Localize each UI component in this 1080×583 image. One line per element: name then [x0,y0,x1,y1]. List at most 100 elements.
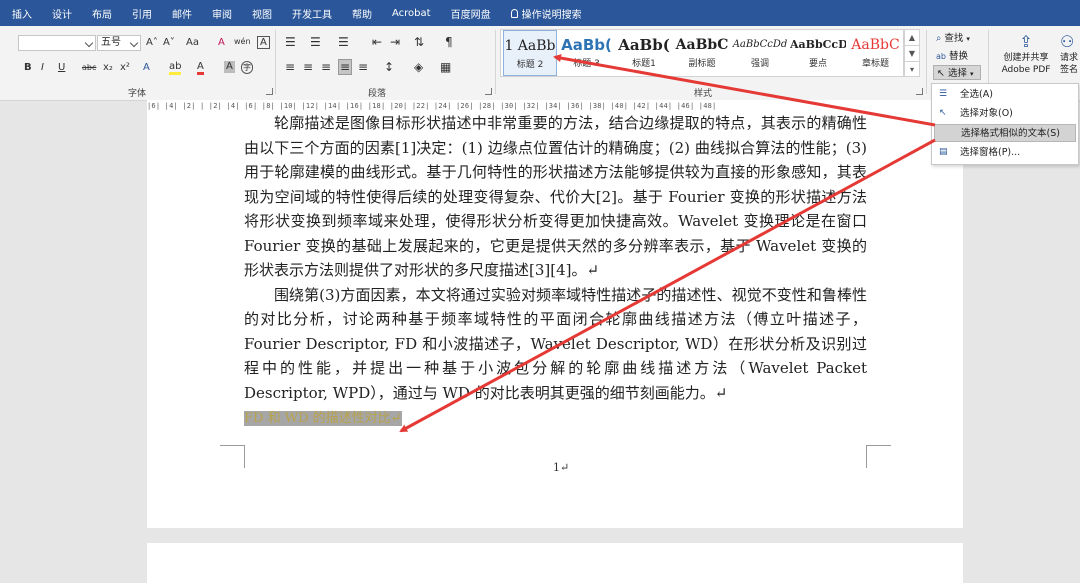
chevron-down-icon [129,38,139,48]
distributed-icon[interactable]: ≡ [358,60,368,74]
tell-me-label: 操作说明搜索 [521,9,582,21]
cursor-arrow-icon: ↖ [939,108,947,118]
tab-developer[interactable]: 开发工具 [282,6,342,21]
select-dropdown-menu: ☰ 全选(A) ↖ 选择对象(O) 选择格式相似的文本(S) ▤ 选择窗格(P)… [931,83,1079,165]
page-number: 1↵ [553,461,570,474]
cursor-arrow-icon: ↖ [937,68,945,79]
crop-mark [220,445,245,468]
menu-item-selection-pane[interactable]: ▤ 选择窗格(P)... [934,144,1076,162]
styles-group-label: 样式 [694,89,713,99]
superscript-button[interactable]: x² [120,61,130,75]
replace-icon: ab [936,52,946,61]
styles-scroll[interactable]: ▲ ▼ ▾ [904,29,920,77]
font-color-icon[interactable]: A [197,61,204,75]
character-shading-icon[interactable]: A [224,61,235,73]
ribbon-home: 五号 A˄ A˅ Aa A wén A B I U abc x₂ x² A ab… [0,26,1080,101]
style-subtitle[interactable]: AaBbC 副标题 [674,30,730,76]
style-chapter-title[interactable]: AaBbC 章标题 [848,30,903,76]
scroll-up-icon[interactable]: ▲ [905,30,919,46]
borders-icon[interactable]: ▦ [440,60,451,74]
select-all-icon: ☰ [939,89,948,99]
tab-insert[interactable]: 插入 [0,6,42,21]
shading-icon[interactable]: ◈ [414,60,423,74]
person-icon: ⚇ [1060,32,1075,51]
underline-button[interactable]: U [58,61,65,75]
change-case-icon[interactable]: Aa [186,36,199,50]
text-effects-icon[interactable]: A [143,61,150,75]
tab-help[interactable]: 帮助 [342,6,382,21]
request-signature-button[interactable]: ⚇ 请求 签名 [1060,32,1080,76]
create-share-pdf-button[interactable]: ⇪ 创建并共享 Adobe PDF [996,32,1056,76]
tab-view[interactable]: 视图 [242,6,282,21]
search-icon: ⌕ [936,33,942,44]
menu-item-select-objects[interactable]: ↖ 选择对象(O) [934,105,1076,123]
style-emphasis[interactable]: AaBbCcDd 强调 [732,30,788,76]
font-name-input[interactable] [18,35,96,51]
italic-button[interactable]: I [41,61,44,75]
line-spacing-icon[interactable]: ↕ [384,60,394,74]
document-body[interactable]: 轮廓描述是图像目标形状描述中非常重要的方法，结合边缘提取的特点，其表示的精确性由… [244,111,867,432]
document-page-next[interactable] [147,543,963,583]
divider [495,30,496,94]
scroll-down-icon[interactable]: ▼ [905,46,919,62]
numbering-icon[interactable]: ☰ [310,35,321,49]
strikethrough-button[interactable]: abc [82,61,96,75]
styles-gallery: 1 AaBb 标题 2 AaBb( 标题 3 AaBb( 标题1 AaBbC 副… [500,29,904,77]
styles-dialog-launcher[interactable] [916,88,923,95]
highlight-color-icon[interactable]: ab [169,61,182,75]
tab-design[interactable]: 设计 [42,6,82,21]
grow-font-icon[interactable]: A˄ [146,36,158,50]
clear-formatting-icon[interactable]: A [218,36,225,50]
tab-layout[interactable]: 布局 [82,6,122,21]
tell-me-search[interactable]: 操作说明搜索 [501,6,582,21]
menu-item-select-all[interactable]: ☰ 全选(A) [934,86,1076,104]
replace-button[interactable]: ab 替换 [936,48,968,62]
align-left-icon[interactable]: ≡ [285,60,295,74]
divider [926,30,927,94]
selected-heading-text[interactable]: FD 和 WD 的描述性对比↵ [244,411,402,426]
divider [275,30,276,94]
selection-pane-icon: ▤ [939,147,948,157]
align-center-icon[interactable]: ≡ [303,60,313,74]
tab-acrobat[interactable]: Acrobat [382,8,441,19]
crop-mark [866,445,891,468]
enclose-characters-icon[interactable]: 字 [241,61,253,74]
tab-review[interactable]: 审阅 [202,6,242,21]
decrease-indent-icon[interactable]: ⇤ [372,35,382,49]
chevron-down-icon [84,38,94,48]
style-key-point[interactable]: AaBbCcD 要点 [790,30,846,76]
menu-item-select-similar-formatting[interactable]: 选择格式相似的文本(S) [934,124,1076,142]
align-right-icon[interactable]: ≡ [321,60,331,74]
font-group-label: 字体 [128,89,147,99]
tab-baidu-netdisk[interactable]: 百度网盘 [441,6,501,21]
ribbon-tab-bar: 插入 设计 布局 引用 邮件 审阅 视图 开发工具 帮助 Acrobat 百度网… [0,0,1080,26]
body-paragraph[interactable]: 围绕第(3)方面因素，本文将通过实验对频率域特性描述子的描述性、视觉不变性和鲁棒… [244,283,867,406]
subscript-button[interactable]: x₂ [103,61,113,75]
character-border-icon[interactable]: A [257,36,270,49]
increase-indent-icon[interactable]: ⇥ [390,35,400,49]
select-button[interactable]: ↖ 选择 ▾ [933,65,981,80]
font-dialog-launcher[interactable] [266,88,273,95]
tab-references[interactable]: 引用 [122,6,162,21]
paragraph-group-label: 段落 [368,89,387,99]
more-styles-icon[interactable]: ▾ [905,62,919,77]
bullets-icon[interactable]: ☰ [285,35,296,49]
font-size-input[interactable]: 五号 [97,35,141,51]
lightbulb-icon [510,8,518,18]
bold-button[interactable]: B [24,61,32,75]
paragraph-dialog-launcher[interactable] [485,88,492,95]
show-marks-icon[interactable]: ¶ [445,35,453,49]
sort-icon[interactable]: ⇅ [414,35,424,49]
find-button[interactable]: ⌕ 查找 ▾ [936,30,970,44]
style-heading-3[interactable]: AaBb( 标题 3 [559,30,614,76]
tab-mailings[interactable]: 邮件 [162,6,202,21]
body-paragraph[interactable]: 轮廓描述是图像目标形状描述中非常重要的方法，结合边缘提取的特点，其表示的精确性由… [244,111,867,283]
justify-icon[interactable]: ≡ [338,59,353,75]
style-heading-2[interactable]: 1 AaBb 标题 2 [503,30,557,76]
shrink-font-icon[interactable]: A˅ [163,36,175,50]
pdf-share-icon: ⇪ [1019,32,1033,51]
multilevel-list-icon[interactable]: ☰ [338,35,349,49]
similar-text-icon [940,128,951,139]
phonetic-guide-icon[interactable]: wén [234,35,251,49]
style-heading-1[interactable]: AaBb( 标题1 [616,30,672,76]
